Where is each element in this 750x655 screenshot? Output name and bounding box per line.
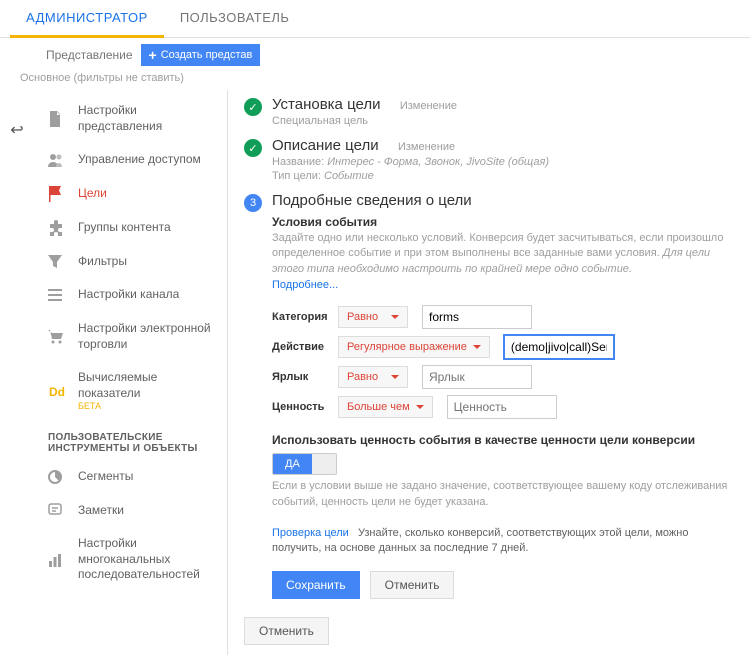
main-content: ✓ Установка цели Изменение Специальная ц… <box>228 90 750 655</box>
check-icon: ✓ <box>244 98 262 116</box>
toggle-on: ДА <box>273 454 312 474</box>
row-action: Действие Регулярное выражение <box>272 335 738 359</box>
caret-icon <box>391 375 399 379</box>
cancel-button[interactable]: Отменить <box>370 571 455 599</box>
conditions-desc: Задайте одно или несколько условий. Конв… <box>272 231 738 277</box>
sidebar-item-label: Настройки многоканальных последовательно… <box>78 536 217 583</box>
sidebar-item-label: Сегменты <box>78 469 133 485</box>
pie-icon <box>48 470 66 484</box>
action-input[interactable] <box>504 335 614 359</box>
sidebar-item-label: Настройки канала <box>78 287 179 303</box>
sidebar-item-label: Вычисляемые показателиБЕТА <box>78 370 217 413</box>
step-3-badge: 3 <box>244 194 262 212</box>
sidebar-item-label: Фильтры <box>78 254 127 270</box>
verify-goal-link[interactable]: Проверка цели <box>272 527 349 539</box>
sidebar-item-notes[interactable]: Заметки <box>34 494 227 528</box>
verify-section: Проверка цели Узнайте, сколько конверсий… <box>272 526 738 557</box>
sidebar-item-calc-metrics[interactable]: Dd Вычисляемые показателиБЕТА <box>34 361 227 422</box>
sidebar-item-access[interactable]: Управление доступом <box>34 143 227 177</box>
cart-icon <box>48 330 66 344</box>
sidebar-item-label: Группы контента <box>78 220 171 236</box>
funnel-icon <box>48 255 66 269</box>
file-icon <box>48 111 66 127</box>
sidebar-item-segments[interactable]: Сегменты <box>34 460 227 494</box>
caret-icon <box>473 345 481 349</box>
caret-icon <box>416 405 424 409</box>
step-2: ✓ Описание цели Изменение Название: Инте… <box>244 137 738 182</box>
toggle-desc: Если в условии выше не задано значение, … <box>272 479 738 510</box>
step-2-title[interactable]: Описание цели <box>272 137 379 154</box>
value-match-dropdown[interactable]: Больше чем <box>338 396 433 418</box>
sidebar-item-goals[interactable]: Цели <box>34 177 227 211</box>
sidebar-item-label: Цели <box>78 186 107 202</box>
tab-admin[interactable]: АДМИНИСТРАТОР <box>10 0 164 38</box>
step-3-title: Подробные сведения о цели <box>272 192 472 209</box>
create-view-label: Создать представ <box>161 49 253 61</box>
bars-icon <box>48 553 66 567</box>
dd-icon: Dd <box>48 385 66 399</box>
use-event-value-toggle[interactable]: ДА <box>272 453 337 475</box>
step-1: ✓ Установка цели Изменение Специальная ц… <box>244 96 738 127</box>
sidebar: Настройки представления Управление досту… <box>34 90 228 655</box>
flag-icon <box>48 186 66 202</box>
sidebar-item-channel-settings[interactable]: Настройки канала <box>34 278 227 312</box>
note-icon <box>48 503 66 517</box>
sidebar-item-label: Настройки электронной торговли <box>78 321 217 352</box>
toggle-off <box>312 454 336 474</box>
step-1-change[interactable]: Изменение <box>400 100 457 112</box>
view-label: Представление <box>46 48 133 62</box>
top-tabs: АДМИНИСТРАТОР ПОЛЬЗОВАТЕЛЬ <box>0 0 750 38</box>
plus-icon: + <box>149 50 157 61</box>
subheader: Представление + Создать представ <box>0 38 750 70</box>
create-view-button[interactable]: + Создать представ <box>141 44 261 66</box>
row-label-field: Ярлык Равно <box>272 365 738 389</box>
conditions-title: Условия события <box>272 215 738 229</box>
use-event-value-label: Использовать ценность события в качестве… <box>272 433 738 447</box>
sidebar-item-multichannel[interactable]: Настройки многоканальных последовательно… <box>34 527 227 592</box>
row-label: Действие <box>272 341 330 353</box>
sidebar-item-view-settings[interactable]: Настройки представления <box>34 94 227 143</box>
sidebar-item-label: Настройки представления <box>78 103 217 134</box>
row-category: Категория Равно <box>272 305 738 329</box>
action-match-dropdown[interactable]: Регулярное выражение <box>338 336 490 358</box>
row-label: Категория <box>272 311 330 323</box>
sidebar-item-content-groups[interactable]: Группы контента <box>34 211 227 245</box>
sidebar-item-ecommerce[interactable]: Настройки электронной торговли <box>34 312 227 361</box>
row-label: Ценность <box>272 401 330 413</box>
sidebar-section-header: ПОЛЬЗОВАТЕЛЬСКИЕ ИНСТРУМЕНТЫ И ОБЪЕКТЫ <box>34 422 227 460</box>
back-icon[interactable]: ↩ <box>10 122 23 139</box>
row-value: Ценность Больше чем <box>272 395 738 419</box>
value-input[interactable] <box>447 395 557 419</box>
step-2-change[interactable]: Изменение <box>398 141 455 153</box>
label-input[interactable] <box>422 365 532 389</box>
learn-more-link[interactable]: Подробнее... <box>272 279 338 291</box>
cancel-button-footer[interactable]: Отменить <box>244 617 329 645</box>
step-2-type: Тип цели: Событие <box>272 170 738 182</box>
step-1-title[interactable]: Установка цели <box>272 96 380 113</box>
list-icon <box>48 289 66 301</box>
sidebar-item-label: Заметки <box>78 503 124 519</box>
row-label: Ярлык <box>272 371 330 383</box>
filters-note: Основное (фильтры не ставить) <box>0 70 750 90</box>
save-button[interactable]: Сохранить <box>272 571 360 599</box>
category-input[interactable] <box>422 305 532 329</box>
check-icon: ✓ <box>244 139 262 157</box>
conditions-table: Категория Равно Действие Регулярное выра… <box>272 305 738 419</box>
tab-user[interactable]: ПОЛЬЗОВАТЕЛЬ <box>164 0 306 37</box>
sidebar-item-label: Управление доступом <box>78 152 201 168</box>
sidebar-item-filters[interactable]: Фильтры <box>34 245 227 279</box>
category-match-dropdown[interactable]: Равно <box>338 306 408 328</box>
step-2-name: Название: Интерес - Форма, Звонок, JivoS… <box>272 156 738 168</box>
step-1-sub: Специальная цель <box>272 115 738 127</box>
user-icon <box>48 153 66 167</box>
label-match-dropdown[interactable]: Равно <box>338 366 408 388</box>
caret-icon <box>391 315 399 319</box>
step-3: 3 Подробные сведения о цели Условия собы… <box>244 192 738 599</box>
puzzle-icon <box>48 220 66 236</box>
